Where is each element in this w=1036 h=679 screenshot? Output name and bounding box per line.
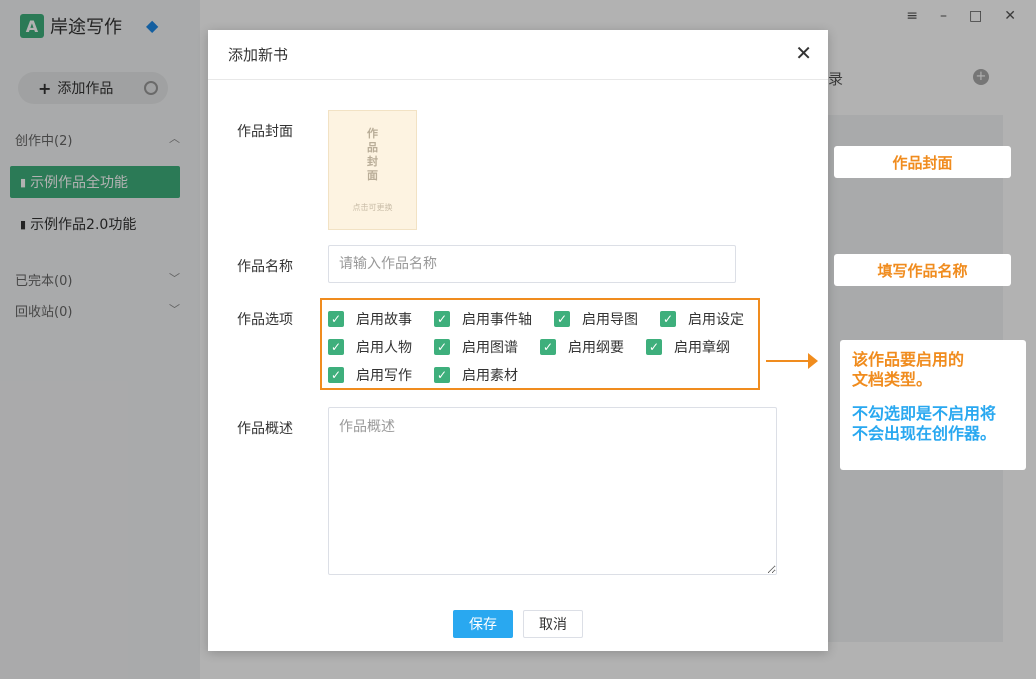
add-book-dialog: 添加新书 ✕ 作品封面 作品封面 点击可更换 作品名称 作品选项 ✓ 启用故事 ✓… <box>208 30 828 651</box>
cover-image[interactable]: 作品封面 点击可更换 <box>328 110 417 230</box>
option-checkbox[interactable]: ✓ 启用事件轴 <box>434 309 532 329</box>
annotation-name: 填写作品名称 <box>834 254 1011 286</box>
option-checkbox[interactable]: ✓ 启用图谱 <box>434 337 518 357</box>
option-label: 启用素材 <box>462 368 518 384</box>
options-group: ✓ 启用故事 ✓ 启用事件轴 ✓ 启用导图 ✓ 启用设定 ✓ 启用人物 ✓ 启用图谱 ✓ 启用… <box>320 298 760 390</box>
option-label: 启用设定 <box>688 312 744 328</box>
options-label: 作品选项 <box>237 312 293 328</box>
cancel-button[interactable]: 取消 <box>523 610 583 638</box>
check-icon: ✓ <box>328 339 344 355</box>
name-label: 作品名称 <box>237 259 293 275</box>
annotation-options-line4: 不会出现在创作器。 <box>852 424 997 443</box>
check-icon: ✓ <box>434 339 450 355</box>
close-icon[interactable]: ✕ <box>795 43 812 63</box>
annotation-options-line1: 该作品要启用的 <box>852 350 965 369</box>
option-label: 启用写作 <box>356 368 412 384</box>
description-textarea[interactable] <box>328 407 777 575</box>
option-checkbox[interactable]: ✓ 启用设定 <box>660 309 744 329</box>
annotation-cover: 作品封面 <box>834 146 1011 178</box>
option-checkbox[interactable]: ✓ 启用素材 <box>434 365 518 385</box>
cover-label: 作品封面 <box>237 124 293 140</box>
check-icon: ✓ <box>328 311 344 327</box>
arrow-right-icon <box>808 353 818 369</box>
name-input[interactable] <box>328 245 736 283</box>
check-icon: ✓ <box>646 339 662 355</box>
check-icon: ✓ <box>660 311 676 327</box>
save-button[interactable]: 保存 <box>453 610 513 638</box>
option-checkbox[interactable]: ✓ 启用写作 <box>328 365 412 385</box>
annotation-options: 该作品要启用的 文档类型。 不勾选即是不启用将 不会出现在创作器。 <box>840 340 1026 470</box>
check-icon: ✓ <box>328 367 344 383</box>
desc-label: 作品概述 <box>237 421 293 437</box>
option-label: 启用章纲 <box>674 340 730 356</box>
check-icon: ✓ <box>434 367 450 383</box>
option-label: 启用人物 <box>356 340 412 356</box>
option-checkbox[interactable]: ✓ 启用纲要 <box>540 337 624 357</box>
check-icon: ✓ <box>540 339 556 355</box>
option-checkbox[interactable]: ✓ 启用人物 <box>328 337 412 357</box>
option-label: 启用故事 <box>356 312 412 328</box>
annotation-options-line3: 不勾选即是不启用将 <box>852 404 997 423</box>
option-label: 启用事件轴 <box>462 312 532 328</box>
annotation-options-line2: 文档类型。 <box>852 370 933 389</box>
cover-title: 作品封面 <box>367 127 378 182</box>
cover-hint: 点击可更换 <box>352 203 393 212</box>
check-icon: ✓ <box>434 311 450 327</box>
option-checkbox[interactable]: ✓ 启用故事 <box>328 309 412 329</box>
dialog-title: 添加新书 <box>228 46 289 64</box>
option-label: 启用纲要 <box>568 340 624 356</box>
option-label: 启用图谱 <box>462 340 518 356</box>
check-icon: ✓ <box>554 311 570 327</box>
option-label: 启用导图 <box>582 312 638 328</box>
option-checkbox[interactable]: ✓ 启用导图 <box>554 309 638 329</box>
dialog-header: 添加新书 <box>208 30 828 80</box>
option-checkbox[interactable]: ✓ 启用章纲 <box>646 337 730 357</box>
